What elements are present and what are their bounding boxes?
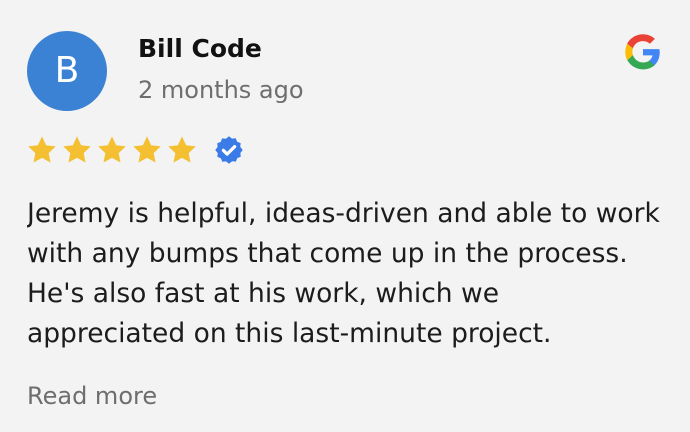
review-date: 2 months ago — [138, 76, 304, 104]
review-card: B Bill Code 2 months ago Jeremy is helpf… — [0, 0, 690, 432]
google-g-icon — [625, 34, 660, 70]
read-more-link[interactable]: Read more — [27, 382, 157, 410]
star-icon — [98, 136, 126, 163]
star-icon — [168, 136, 196, 163]
avatar-initial: B — [54, 50, 80, 91]
avatar: B — [27, 31, 107, 111]
star-icon — [63, 136, 91, 163]
star-icon — [28, 136, 56, 163]
verified-badge-icon — [215, 136, 243, 164]
star-icon — [133, 136, 161, 163]
reviewer-name: Bill Code — [138, 34, 262, 63]
review-text: Jeremy is helpful, ideas-driven and able… — [27, 198, 660, 349]
star-rating — [26, 134, 244, 166]
